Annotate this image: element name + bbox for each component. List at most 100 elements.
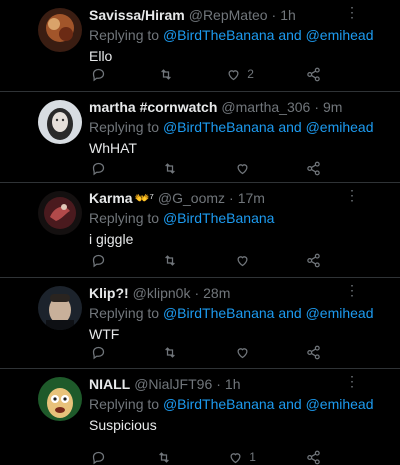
- tweet-text: Ello: [89, 48, 113, 64]
- retweet-icon: [165, 346, 176, 358]
- avatar[interactable]: [38, 100, 82, 144]
- like-icon: [237, 347, 248, 358]
- like-icon: [230, 452, 241, 463]
- reply-button[interactable]: [91, 450, 106, 465]
- like-button[interactable]: 2: [226, 67, 254, 82]
- separator-dot: ·: [194, 285, 200, 301]
- handle[interactable]: @klipn0k: [133, 285, 191, 302]
- reply-prefix: Replying to: [89, 119, 163, 135]
- action-bar: 2: [91, 66, 321, 82]
- share-button[interactable]: [306, 345, 321, 360]
- display-name[interactable]: Karma: [89, 190, 133, 207]
- tweet[interactable]: Savissa/Hiram @RepMateo · 1h Replying to…: [0, 0, 400, 92]
- reply-button[interactable]: [91, 161, 106, 176]
- reply-icon: [92, 451, 105, 464]
- share-button[interactable]: [306, 161, 321, 176]
- display-name[interactable]: Klip?!: [89, 285, 129, 302]
- reply-mention-link[interactable]: @BirdTheBanana and @emihead: [163, 119, 374, 135]
- name-emoji-badge: 👐⁷: [134, 191, 154, 205]
- display-name[interactable]: Savissa/Hiram: [89, 7, 185, 24]
- reply-prefix: Replying to: [89, 396, 163, 412]
- share-button[interactable]: [306, 253, 321, 268]
- reply-button[interactable]: [91, 67, 106, 82]
- like-button[interactable]: [235, 345, 250, 360]
- retweet-icon: [165, 254, 176, 266]
- avatar[interactable]: [38, 191, 82, 235]
- handle[interactable]: @martha_306: [221, 99, 310, 116]
- reply-prefix: Replying to: [89, 27, 163, 43]
- tweet-text: WTF: [89, 326, 120, 342]
- reply-context: Replying to @BirdTheBanana and @emihead: [89, 304, 400, 322]
- retweet-icon: [159, 451, 169, 463]
- separator-dot: ·: [229, 190, 234, 206]
- reply-context: Replying to @BirdTheBanana and @emihead: [89, 395, 400, 413]
- reply-button[interactable]: [91, 345, 106, 360]
- reply-mention-link[interactable]: @BirdTheBanana: [163, 210, 275, 226]
- retweet-button[interactable]: [162, 161, 178, 176]
- reply-icon: [92, 68, 105, 81]
- avatar[interactable]: [38, 8, 82, 52]
- timestamp[interactable]: 1h: [280, 7, 296, 24]
- action-bar: [91, 344, 321, 360]
- reply-feed: Savissa/Hiram @RepMateo · 1h Replying to…: [0, 0, 400, 464]
- handle[interactable]: @NialJFT96: [134, 376, 212, 393]
- retweet-button[interactable]: [158, 67, 174, 82]
- reply-mention-link[interactable]: @BirdTheBanana and @emihead: [163, 27, 374, 43]
- timestamp[interactable]: 9m: [323, 99, 342, 116]
- action-bar: [91, 160, 321, 176]
- reply-button[interactable]: [91, 253, 106, 268]
- avatar[interactable]: [38, 286, 82, 330]
- more-icon[interactable]: ⋮: [345, 4, 359, 21]
- handle[interactable]: @RepMateo: [189, 7, 268, 24]
- tweet[interactable]: Karma 👐⁷ @G_oomz · 17m Replying to @Bird…: [0, 183, 400, 278]
- like-button[interactable]: [235, 161, 250, 176]
- retweet-button[interactable]: [162, 345, 178, 360]
- share-icon: [307, 161, 320, 175]
- share-icon: [307, 67, 320, 81]
- tweet[interactable]: martha #cornwatch @martha_306 · 9m Reply…: [0, 92, 400, 183]
- handle[interactable]: @G_oomz: [158, 190, 225, 207]
- display-name[interactable]: NIALL: [89, 376, 130, 393]
- like-button[interactable]: 1: [228, 450, 256, 465]
- tweet-text: Suspicious: [89, 417, 157, 433]
- action-bar: [91, 252, 321, 268]
- like-icon: [237, 255, 248, 266]
- reply-icon: [92, 346, 105, 359]
- action-bar: 1: [91, 449, 321, 465]
- separator-dot: ·: [216, 376, 221, 392]
- tweet-text: WhHAT: [89, 140, 137, 156]
- avatar[interactable]: [38, 377, 82, 421]
- timestamp[interactable]: 17m: [238, 190, 265, 207]
- more-icon[interactable]: ⋮: [345, 187, 359, 204]
- retweet-button[interactable]: [156, 450, 178, 465]
- reply-context: Replying to @BirdTheBanana and @emihead: [89, 26, 400, 44]
- like-icon: [237, 163, 248, 174]
- share-icon: [307, 345, 320, 359]
- reply-mention-link[interactable]: @BirdTheBanana and @emihead: [163, 396, 374, 412]
- share-button[interactable]: [306, 450, 321, 465]
- retweet-icon: [161, 68, 171, 80]
- separator-dot: ·: [271, 7, 277, 23]
- separator-dot: ·: [314, 99, 319, 115]
- tweet[interactable]: Klip?! @klipn0k · 28m Replying to @BirdT…: [0, 278, 400, 369]
- like-button[interactable]: [235, 253, 250, 268]
- display-name[interactable]: martha #cornwatch: [89, 99, 217, 116]
- reply-icon: [92, 254, 105, 267]
- timestamp[interactable]: 1h: [225, 376, 241, 393]
- retweet-button[interactable]: [162, 253, 178, 268]
- share-icon: [307, 450, 320, 464]
- share-icon: [307, 253, 320, 267]
- tweet-text: i giggle: [89, 231, 134, 247]
- like-count: 1: [249, 450, 256, 464]
- like-count: 2: [247, 67, 254, 81]
- reply-prefix: Replying to: [89, 305, 163, 321]
- like-icon: [228, 69, 239, 80]
- reply-icon: [92, 162, 105, 175]
- reply-context: Replying to @BirdTheBanana and @emihead: [89, 118, 400, 136]
- reply-mention-link[interactable]: @BirdTheBanana and @emihead: [163, 305, 374, 321]
- share-button[interactable]: [306, 67, 321, 82]
- more-icon[interactable]: ⋮: [345, 282, 359, 299]
- timestamp[interactable]: 28m: [203, 285, 230, 302]
- more-icon[interactable]: ⋮: [345, 373, 359, 390]
- tweet[interactable]: NIALL @NialJFT96 · 1h Replying to @BirdT…: [0, 369, 400, 464]
